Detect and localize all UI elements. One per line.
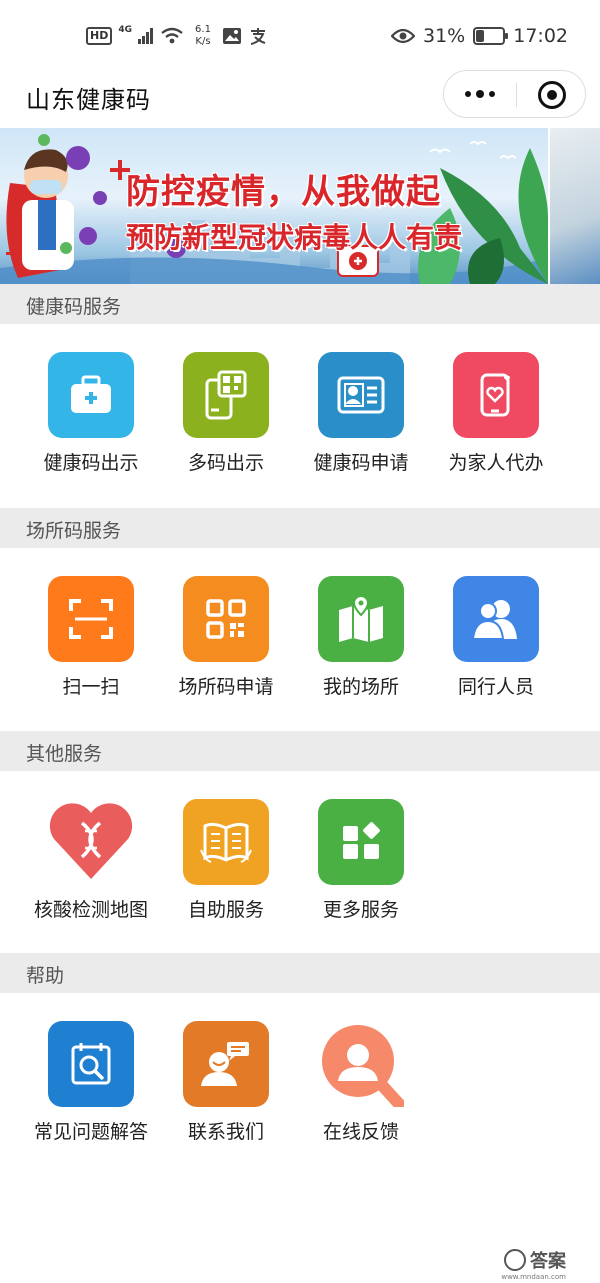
battery-fill — [476, 30, 485, 42]
tile-companions[interactable]: 同行人员 — [428, 576, 564, 726]
tile-family-proxy[interactable]: 为家人代办 — [428, 352, 564, 502]
banner-next-slide-preview[interactable] — [550, 128, 600, 284]
status-bar: HD 4G 6.1 K/s 31% 17:02 — [0, 0, 600, 70]
section-health-code: 健康码出示 多码出示 健康码申请 为家人代办 — [0, 324, 600, 508]
alipay-icon — [250, 28, 266, 45]
phone-qr-icon — [183, 352, 269, 438]
id-card-icon — [318, 352, 404, 438]
capsule-divider — [516, 83, 517, 107]
tile-apply-health-code[interactable]: 健康码申请 — [293, 352, 429, 502]
network-type: 4G — [118, 25, 132, 35]
banner[interactable]: 防控疫情，从我做起 预防新型冠状病毒人人有责 — [0, 128, 548, 284]
section-title: 其他服务 — [26, 743, 103, 765]
section-other-services: 核酸检测地图 自助服务 更多服务 — [0, 771, 600, 955]
tile-online-feedback[interactable]: 在线反馈 — [293, 1021, 429, 1171]
tile-my-venues[interactable]: 我的场所 — [293, 576, 429, 726]
tile-apply-venue-code[interactable]: 场所码申请 — [158, 576, 294, 726]
book-icon — [183, 799, 269, 885]
network-speed: 6.1 K/s — [190, 24, 216, 48]
map-pin-icon — [318, 576, 404, 662]
hd-badge: HD — [86, 27, 113, 45]
watermark-logo-icon — [504, 1249, 526, 1271]
tile-label: 扫一扫 — [62, 676, 120, 698]
dot-icon — [476, 90, 484, 98]
tile-label: 联系我们 — [187, 1121, 264, 1143]
close-mini-program-button[interactable] — [538, 81, 566, 109]
tile-label: 健康码申请 — [313, 452, 409, 474]
dot-icon — [489, 91, 495, 97]
section-title: 场所码服务 — [26, 520, 122, 542]
battery-icon — [473, 27, 509, 45]
tile-multi-code[interactable]: 多码出示 — [158, 352, 294, 502]
calendar-search-icon — [48, 1021, 134, 1107]
speed-value: 6.1 — [195, 24, 211, 35]
contact-icon — [183, 1021, 269, 1107]
tile-label: 我的场所 — [322, 676, 399, 698]
section-header-other-services: 其他服务 — [0, 731, 600, 771]
tile-label: 核酸检测地图 — [33, 899, 148, 921]
battery-percent: 31% — [423, 25, 466, 47]
tile-show-health-code[interactable]: 健康码出示 — [23, 352, 159, 502]
tile-more-services[interactable]: 更多服务 — [293, 799, 429, 949]
section-venue-code: 扫一扫 场所码申请 我的场所 同行人员 — [0, 548, 600, 732]
watermark: 答案 www.mndaan.com — [501, 1247, 566, 1281]
image-icon — [223, 28, 241, 44]
section-header-help: 帮助 — [0, 953, 600, 993]
scan-icon — [48, 576, 134, 662]
watermark-url: www.mndaan.com — [501, 1273, 566, 1281]
section-title: 帮助 — [26, 965, 65, 987]
clock: 17:02 — [513, 25, 568, 47]
banner-headline: 防控疫情，从我做起 — [126, 172, 441, 212]
tile-label: 多码出示 — [187, 452, 264, 474]
people-icon — [453, 576, 539, 662]
wifi-icon — [161, 27, 183, 44]
tile-scan[interactable]: 扫一扫 — [23, 576, 159, 726]
banner-subheadline: 预防新型冠状病毒人人有责 — [126, 221, 463, 254]
dot-icon — [465, 91, 471, 97]
eye-icon — [391, 28, 415, 44]
status-right: 31% 17:02 — [391, 22, 568, 50]
qr-code-icon — [183, 576, 269, 662]
tile-label: 同行人员 — [457, 676, 534, 698]
mini-program-capsule — [443, 70, 586, 118]
nav-bar: 山东健康码 — [0, 70, 600, 126]
tile-label: 为家人代办 — [448, 452, 544, 474]
section-header-health-code: 健康码服务 — [0, 284, 600, 324]
grid-icon — [318, 799, 404, 885]
phone-heart-icon — [453, 352, 539, 438]
signal-icon — [138, 28, 153, 44]
tile-label: 常见问题解答 — [33, 1121, 148, 1143]
tile-contact-us[interactable]: 联系我们 — [158, 1021, 294, 1171]
watermark-text: 答案 — [530, 1251, 566, 1272]
tile-label: 健康码出示 — [43, 452, 139, 474]
tile-label: 更多服务 — [322, 899, 399, 921]
section-help: 常见问题解答 联系我们 在线反馈 — [0, 993, 600, 1177]
status-left: HD 4G 6.1 K/s — [86, 22, 268, 50]
more-button[interactable] — [444, 71, 516, 117]
dna-heart-icon — [48, 799, 134, 885]
tile-label: 在线反馈 — [322, 1121, 399, 1143]
user-search-icon — [318, 1021, 404, 1107]
tile-nucleic-test-map[interactable]: 核酸检测地图 — [23, 799, 159, 949]
page-title: 山东健康码 — [26, 86, 151, 114]
tile-faq[interactable]: 常见问题解答 — [23, 1021, 159, 1171]
speed-unit: K/s — [195, 36, 211, 47]
tile-self-service[interactable]: 自助服务 — [158, 799, 294, 949]
tile-label: 场所码申请 — [178, 676, 274, 698]
section-title: 健康码服务 — [26, 296, 122, 318]
tile-label: 自助服务 — [187, 899, 264, 921]
medical-kit-icon — [48, 352, 134, 438]
section-header-venue-code: 场所码服务 — [0, 508, 600, 548]
